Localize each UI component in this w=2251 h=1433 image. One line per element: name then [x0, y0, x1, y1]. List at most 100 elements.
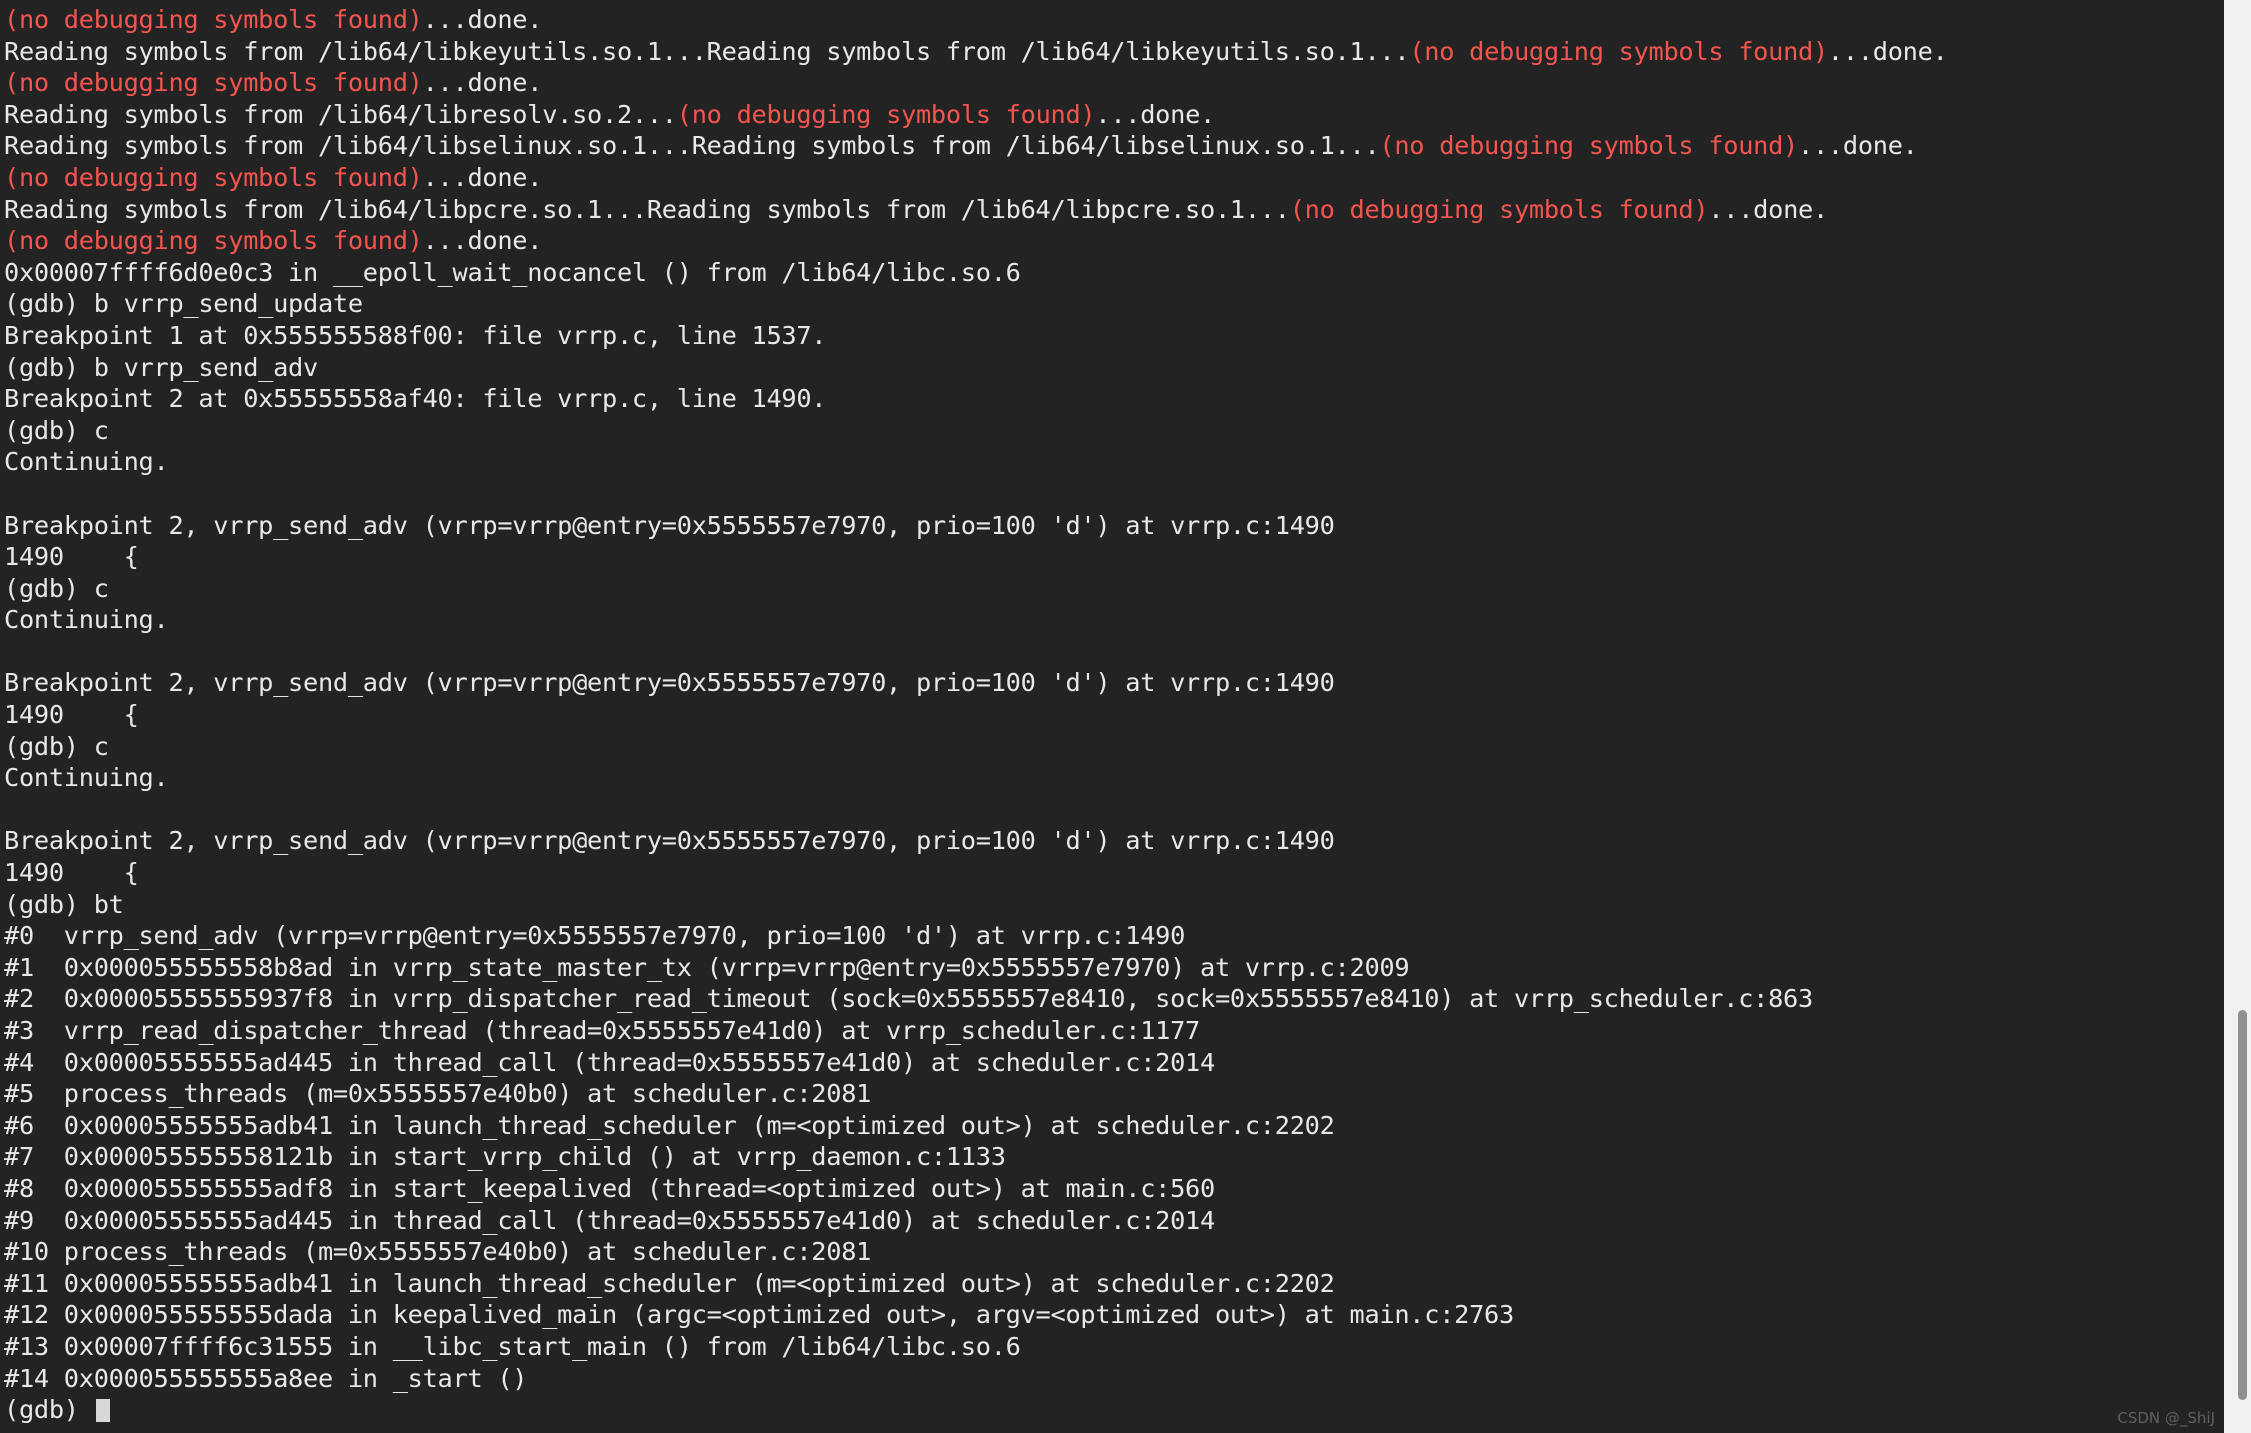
terminal-line: (gdb) bt [4, 889, 2224, 921]
terminal-line: (no debugging symbols found)...done. [4, 4, 2224, 36]
terminal-text: (gdb) b vrrp_send_adv [4, 352, 318, 382]
gdb-terminal-window[interactable]: (no debugging symbols found)...done. Read… [0, 0, 2251, 1433]
terminal-line: #2 0x00005555555937f8 in vrrp_dispatcher… [4, 983, 2224, 1015]
terminal-text: Continuing. [4, 763, 169, 793]
terminal-text: 0x00007ffff6d0e0c3 in __epoll_wait_nocan… [4, 257, 1021, 287]
terminal-text: Reading symbols from /lib64/libselinux.s… [4, 131, 1380, 161]
terminal-line: Reading symbols from /lib64/libpcre.so.1… [4, 194, 2224, 226]
terminal-line: Reading symbols from /lib64/libselinux.s… [4, 130, 2224, 162]
terminal-text: (gdb) c [4, 731, 109, 761]
terminal-line: #12 0x000055555555dada in keepalived_mai… [4, 1299, 2224, 1331]
terminal-scrollbar[interactable] [2224, 0, 2251, 1433]
terminal-line: 0x00007ffff6d0e0c3 in __epoll_wait_nocan… [4, 257, 2224, 289]
terminal-line: Breakpoint 2, vrrp_send_adv (vrrp=vrrp@e… [4, 825, 2224, 857]
terminal-text: #9 0x00005555555ad445 in thread_call (th… [4, 1205, 1215, 1235]
terminal-text: (gdb) [4, 1395, 94, 1425]
terminal-line: (gdb) c [4, 731, 2224, 763]
terminal-text: Reading symbols from /lib64/libkeyutils.… [4, 36, 1410, 66]
terminal-line: 1490 { [4, 699, 2224, 731]
terminal-error-text: (no debugging symbols found) [1289, 194, 1709, 224]
terminal-text: Breakpoint 1 at 0x555555588f00: file vrr… [4, 320, 827, 350]
terminal-text: (gdb) b vrrp_send_update [4, 289, 363, 319]
terminal-line: (gdb) c [4, 415, 2224, 447]
terminal-text: 1490 { [4, 542, 139, 572]
terminal-line: Reading symbols from /lib64/libkeyutils.… [4, 36, 2224, 68]
terminal-line: Reading symbols from /lib64/libresolv.so… [4, 99, 2224, 131]
terminal-line: #7 0x000055555558121b in start_vrrp_chil… [4, 1141, 2224, 1173]
terminal-text: ...done. [422, 5, 543, 34]
terminal-text: 1490 { [4, 858, 139, 888]
terminal-line: #5 process_threads (m=0x5555557e40b0) at… [4, 1078, 2224, 1110]
terminal-line: #4 0x00005555555ad445 in thread_call (th… [4, 1047, 2224, 1079]
terminal-output-area[interactable]: (no debugging symbols found)...done. Read… [0, 0, 2224, 1433]
terminal-line: Continuing. [4, 762, 2224, 794]
terminal-line: (no debugging symbols found)...done. [4, 225, 2224, 257]
terminal-line: #8 0x000055555555adf8 in start_keepalive… [4, 1173, 2224, 1205]
terminal-scrollbar-thumb[interactable] [2238, 1010, 2247, 1400]
terminal-line: #9 0x00005555555ad445 in thread_call (th… [4, 1205, 2224, 1237]
terminal-text: #1 0x000055555558b8ad in vrrp_state_mast… [4, 952, 1410, 982]
terminal-text: #10 process_threads (m=0x5555557e40b0) a… [4, 1237, 872, 1267]
terminal-line: (no debugging symbols found)...done. [4, 162, 2224, 194]
terminal-line: #1 0x000055555558b8ad in vrrp_state_mast… [4, 952, 2224, 984]
terminal-text: #3 vrrp_read_dispatcher_thread (thread=0… [4, 1016, 1201, 1045]
terminal-text: #4 0x00005555555ad445 in thread_call (th… [4, 1047, 1215, 1077]
terminal-text: Continuing. [4, 447, 169, 477]
terminal-text: (gdb) c [4, 415, 109, 445]
terminal-text: #7 0x000055555558121b in start_vrrp_chil… [4, 1142, 1006, 1172]
terminal-error-text: (no debugging symbols found) [1379, 131, 1799, 161]
terminal-line: #11 0x00005555555adb41 in launch_thread_… [4, 1268, 2224, 1300]
terminal-line: (gdb) [4, 1394, 2224, 1426]
terminal-line: (no debugging symbols found)...done. [4, 67, 2224, 99]
terminal-line: Breakpoint 1 at 0x555555588f00: file vrr… [4, 320, 2224, 352]
terminal-text: (gdb) bt [4, 889, 124, 919]
terminal-text: Breakpoint 2, vrrp_send_adv (vrrp=vrrp@e… [4, 826, 1335, 856]
terminal-text: Reading symbols from /lib64/libpcre.so.1… [4, 194, 1290, 224]
terminal-line: 1490 { [4, 541, 2224, 573]
terminal-line: #10 process_threads (m=0x5555557e40b0) a… [4, 1236, 2224, 1268]
csdn-watermark: CSDN @_ShiJ [2117, 1409, 2215, 1427]
terminal-cursor [95, 1399, 110, 1423]
terminal-error-text: (no debugging symbols found) [676, 99, 1096, 129]
terminal-text: ...done. [422, 226, 543, 256]
terminal-text: #14 0x000055555555a8ee in _start () [4, 1363, 528, 1393]
terminal-line: #14 0x000055555555a8ee in _start () [4, 1363, 2224, 1395]
terminal-text: Continuing. [4, 605, 169, 635]
terminal-error-text: (no debugging symbols found) [4, 68, 423, 98]
terminal-text: ...done. [1095, 99, 1215, 129]
terminal-error-text: (no debugging symbols found) [4, 5, 423, 34]
terminal-text: #11 0x00005555555adb41 in launch_thread_… [4, 1268, 1335, 1298]
terminal-line: (gdb) c [4, 573, 2224, 605]
terminal-text: #8 0x000055555555adf8 in start_keepalive… [4, 1173, 1215, 1203]
terminal-line: (gdb) b vrrp_send_update [4, 288, 2224, 320]
terminal-text: ...done. [422, 68, 543, 98]
terminal-text: ...done. [422, 162, 543, 192]
terminal-line: (gdb) b vrrp_send_adv [4, 352, 2224, 384]
terminal-line: 1490 { [4, 857, 2224, 889]
terminal-line: Breakpoint 2 at 0x55555558af40: file vrr… [4, 383, 2224, 415]
terminal-error-text: (no debugging symbols found) [4, 226, 423, 256]
terminal-error-text: (no debugging symbols found) [1409, 36, 1828, 66]
terminal-text: #0 vrrp_send_adv (vrrp=vrrp@entry=0x5555… [4, 921, 1186, 951]
terminal-text: 1490 { [4, 700, 139, 730]
terminal-text: #13 0x00007ffff6c31555 in __libc_start_m… [4, 1331, 1021, 1361]
terminal-text: ...done. [1708, 194, 1828, 224]
terminal-line: Continuing. [4, 604, 2224, 636]
terminal-text: ...done. [1798, 131, 1918, 161]
terminal-text: #6 0x00005555555adb41 in launch_thread_s… [4, 1110, 1335, 1140]
terminal-text: #2 0x00005555555937f8 in vrrp_dispatcher… [4, 984, 1813, 1014]
terminal-text: #5 process_threads (m=0x5555557e40b0) at… [4, 1079, 872, 1109]
terminal-line: #0 vrrp_send_adv (vrrp=vrrp@entry=0x5555… [4, 920, 2224, 952]
terminal-line: #3 vrrp_read_dispatcher_thread (thread=0… [4, 1015, 2224, 1047]
terminal-line: #13 0x00007ffff6c31555 in __libc_start_m… [4, 1331, 2224, 1363]
terminal-text: Breakpoint 2, vrrp_send_adv (vrrp=vrrp@e… [4, 510, 1335, 540]
terminal-line: #6 0x00005555555adb41 in launch_thread_s… [4, 1110, 2224, 1142]
terminal-text: #12 0x000055555555dada in keepalived_mai… [4, 1300, 1514, 1330]
terminal-text: Breakpoint 2 at 0x55555558af40: file vrr… [4, 384, 827, 414]
terminal-error-text: (no debugging symbols found) [4, 162, 423, 192]
terminal-text: ...done. [1827, 36, 1948, 66]
terminal-line: Breakpoint 2, vrrp_send_adv (vrrp=vrrp@e… [4, 667, 2224, 699]
